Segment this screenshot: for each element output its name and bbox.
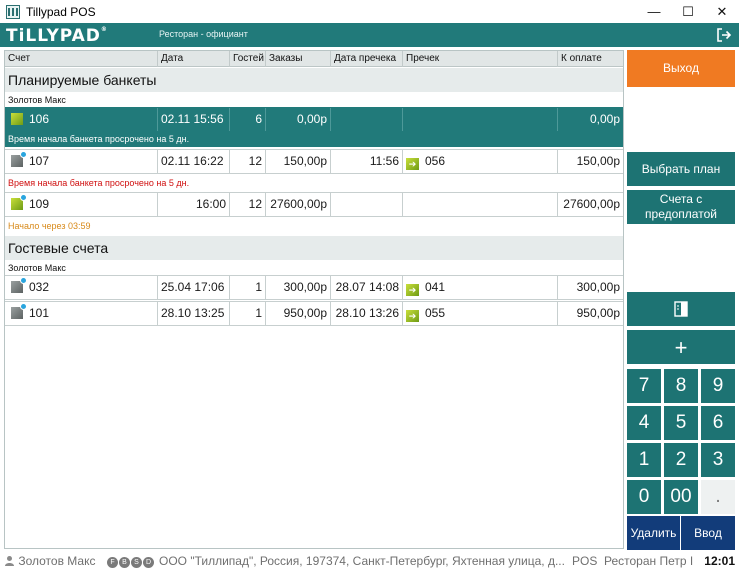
header-subtitle: Ресторан - официант	[159, 29, 248, 39]
app-icon	[6, 4, 20, 19]
banquet-account-icon	[11, 194, 27, 210]
col-precheck-date[interactable]: Дата пречека	[331, 51, 403, 67]
key-9[interactable]: 9	[701, 369, 735, 403]
key-3[interactable]: 3	[701, 443, 735, 477]
key-7[interactable]: 7	[627, 369, 661, 403]
accounts-table: Счет Дата Гостей Заказы Дата пречека Пре…	[4, 50, 624, 549]
row-note: Время начала банкета просрочено на 5 дн.	[8, 178, 190, 188]
key-dot: .	[701, 480, 735, 514]
row-note: Начало через 03:59	[8, 221, 91, 231]
minimize-button[interactable]: —	[637, 0, 671, 23]
col-precheck[interactable]: Пречек	[403, 51, 558, 67]
window-titlebar: Tillypad POS — ☐ ✕	[0, 0, 739, 23]
key-0[interactable]: 0	[627, 480, 661, 514]
waiter-name: Золотов Макс	[8, 263, 66, 273]
col-to-pay[interactable]: К оплате	[558, 51, 623, 67]
delete-button[interactable]: Удалить	[627, 516, 680, 550]
status-bar: Золотов Макс FBSD ООО "Тиллипад", Россия…	[0, 551, 739, 571]
col-account[interactable]: Счет	[5, 51, 158, 67]
badge-d-icon: D	[143, 557, 154, 568]
badge-s-icon: S	[131, 557, 142, 568]
status-badges: FBSD	[107, 554, 155, 568]
table-row[interactable]: 032 25.04 17:06 1 300,00р 28.07 14:08 ➔ 0…	[5, 275, 623, 300]
key-8[interactable]: 8	[664, 369, 698, 403]
status-clock: 12:01	[704, 554, 735, 568]
table-row[interactable]: 106 02.11 15:56 6 0,00р 0,00р	[5, 107, 623, 132]
badge-f-icon: F	[107, 557, 118, 568]
key-00[interactable]: 00	[664, 480, 698, 514]
tillypad-logo: TiLLYPAD®	[6, 26, 108, 46]
precheck-icon: ➔	[406, 284, 419, 296]
banquet-account-icon	[11, 113, 23, 125]
section-guest-accounts: Гостевые счета	[5, 236, 623, 260]
choose-plan-button[interactable]: Выбрать план	[627, 152, 735, 186]
logout-icon[interactable]	[715, 26, 733, 44]
waiter-name: Золотов Макс	[8, 95, 66, 105]
open-book-button[interactable]	[627, 292, 735, 326]
window-title: Tillypad POS	[26, 4, 96, 19]
table-row[interactable]: 101 28.10 13:25 1 950,00р 28.10 13:26 ➔ 0…	[5, 301, 623, 326]
prepaid-accounts-button[interactable]: Счета с предоплатой	[627, 190, 735, 224]
key-5[interactable]: 5	[664, 406, 698, 440]
app-header: TiLLYPAD® Ресторан - официант	[0, 23, 739, 47]
book-icon	[674, 301, 688, 317]
key-4[interactable]: 4	[627, 406, 661, 440]
maximize-button[interactable]: ☐	[671, 0, 705, 23]
user-icon	[5, 556, 14, 566]
row-note: Время начала банкета просрочено на 5 дн.	[5, 132, 623, 147]
status-terminal: Ресторан Петр I	[604, 554, 694, 568]
key-1[interactable]: 1	[627, 443, 661, 477]
key-6[interactable]: 6	[701, 406, 735, 440]
enter-button[interactable]: Ввод	[681, 516, 735, 550]
badge-b-icon: B	[119, 557, 130, 568]
table-row[interactable]: 107 02.11 16:22 12 150,00р 11:56 ➔ 056 15…	[5, 149, 623, 174]
precheck-icon: ➔	[406, 158, 419, 170]
exit-button[interactable]: Выход	[627, 50, 735, 87]
account-icon	[11, 151, 27, 167]
account-icon	[11, 303, 27, 319]
close-button[interactable]: ✕	[705, 0, 739, 23]
key-2[interactable]: 2	[664, 443, 698, 477]
col-orders[interactable]: Заказы	[266, 51, 331, 67]
status-mode: POS	[572, 554, 598, 568]
account-icon	[11, 277, 27, 293]
status-user: Золотов Макс	[4, 554, 95, 568]
table-row[interactable]: 109 16:00 12 27600,00р 27600,00р	[5, 192, 623, 217]
section-banquets: Планируемые банкеты	[5, 68, 623, 92]
status-company: ООО "Тиллипад", Россия, 197374, Санкт-Пе…	[159, 554, 564, 568]
col-guests[interactable]: Гостей	[230, 51, 266, 67]
col-date[interactable]: Дата	[158, 51, 230, 67]
add-button[interactable]: +	[627, 330, 735, 364]
precheck-icon: ➔	[406, 310, 419, 322]
table-header: Счет Дата Гостей Заказы Дата пречека Пре…	[5, 51, 623, 67]
